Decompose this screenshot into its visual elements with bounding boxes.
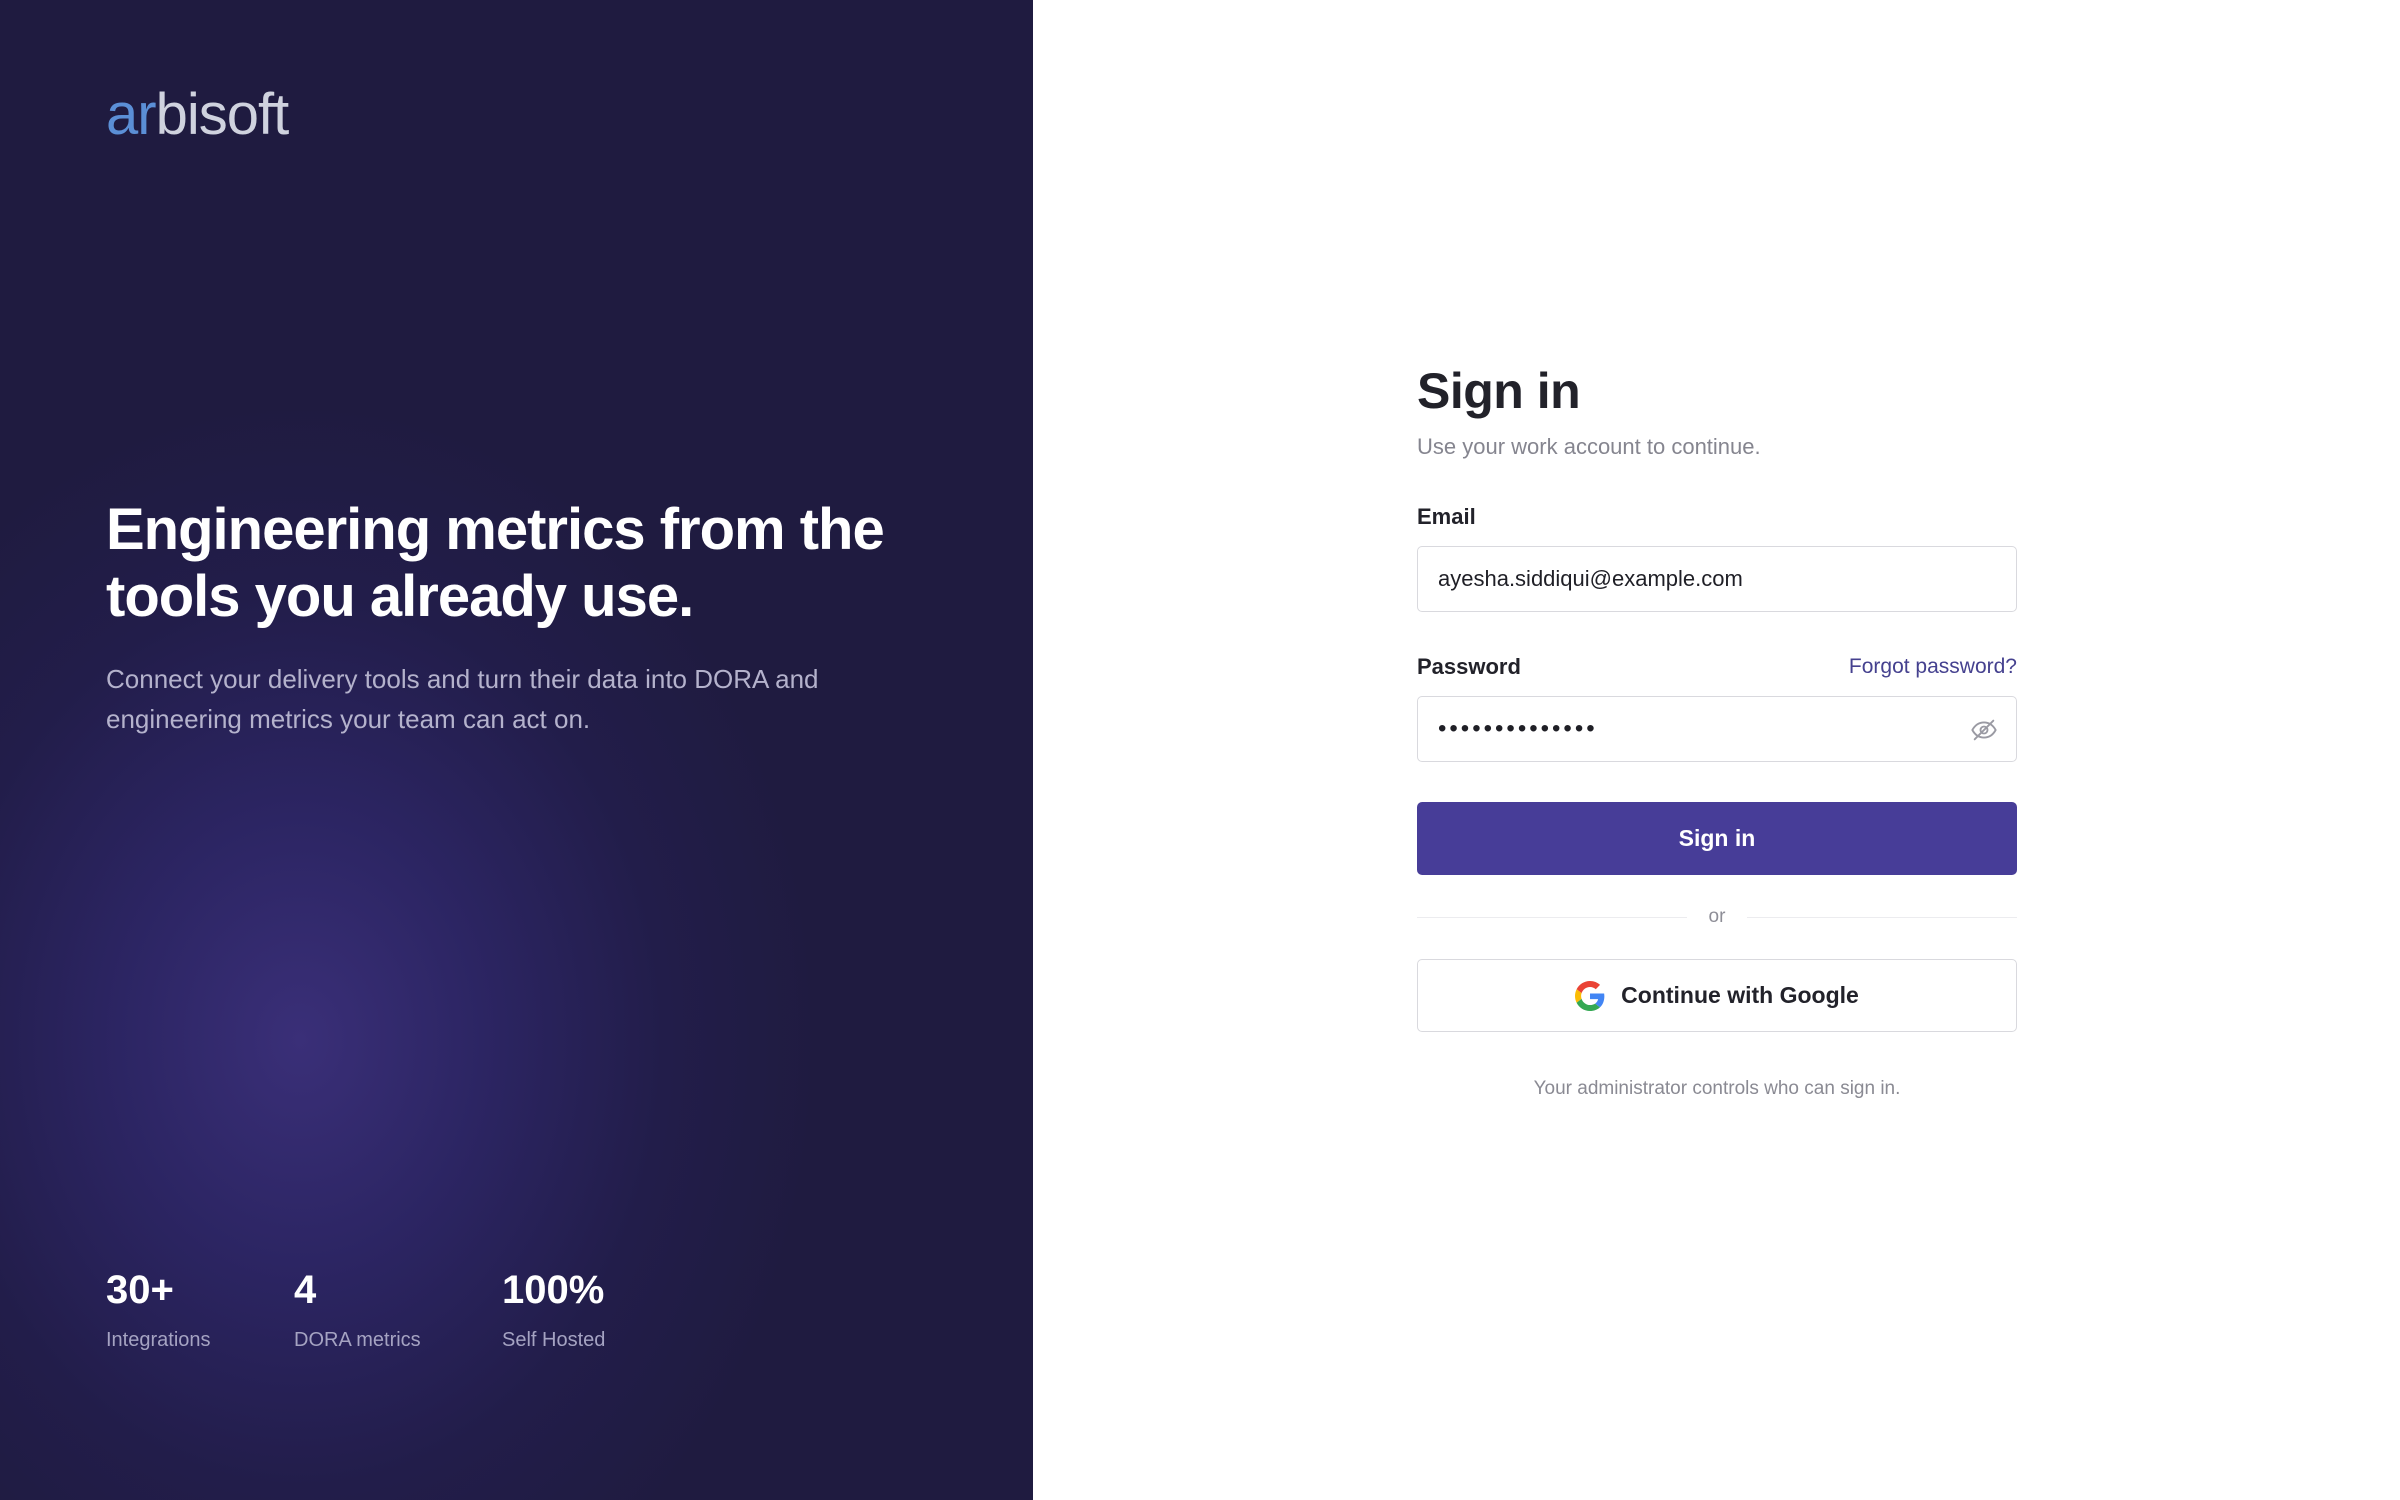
email-field[interactable] (1418, 547, 2016, 611)
stat-value: 4 (294, 1268, 317, 1312)
forgot-password-link[interactable]: Forgot password? (1849, 652, 2017, 682)
eye-slash-icon[interactable] (1970, 716, 1998, 744)
or-divider: or (1417, 905, 2017, 929)
stat-value: 100% (502, 1268, 605, 1312)
stat-value: 30+ (106, 1268, 174, 1312)
divider-line-left (1417, 916, 1687, 918)
email-label-row: Email (1417, 502, 2017, 532)
login-page: arbisoft Engineering metrics from the to… (0, 0, 2400, 1500)
logo-accent-text: ar (106, 82, 157, 147)
stat-self-hosted: 100% Self Hosted (502, 1265, 682, 1353)
hero-subtitle: Connect your delivery tools and turn the… (106, 664, 819, 734)
password-field-wrapper (1417, 696, 2017, 762)
password-label-row: Password Forgot password? (1417, 652, 2017, 682)
arbisoft-logo: arbisoft (106, 80, 290, 150)
google-icon (1575, 980, 1605, 1011)
signin-button[interactable]: Sign in (1417, 802, 2017, 875)
divider-text: or (1708, 906, 1726, 927)
signin-panel: Sign in Use your work account to continu… (1033, 0, 2400, 1500)
password-label: Password (1417, 654, 1521, 679)
divider-line-right (1747, 916, 2017, 918)
signin-form: Sign in Use your work account to continu… (1417, 358, 2017, 1102)
logo-rest-text: bisoft (155, 82, 290, 147)
signin-subtitle: Use your work account to continue. (1417, 434, 1761, 459)
stat-label: Self Hosted (502, 1329, 606, 1351)
google-signin-button[interactable]: Continue with Google (1417, 959, 2017, 1032)
stat-label: Integrations (106, 1329, 211, 1351)
admin-note: Your administrator controls who can sign… (1533, 1078, 1901, 1099)
stats-row: 30+ Integrations 4 DORA metrics 100% Sel… (106, 1265, 682, 1353)
stat-integrations: 30+ Integrations (106, 1265, 294, 1353)
email-label: Email (1417, 504, 1476, 529)
hero-panel: arbisoft Engineering metrics from the to… (0, 0, 1033, 1500)
password-field[interactable] (1418, 697, 2016, 761)
hero-title: Engineering metrics from the tools you a… (106, 497, 885, 629)
google-button-label: Continue with Google (1621, 982, 1859, 1008)
email-field-wrapper (1417, 546, 2017, 612)
stat-label: DORA metrics (294, 1329, 421, 1351)
signin-title: Sign in (1417, 363, 1581, 419)
stat-dora-metrics: 4 DORA metrics (294, 1265, 502, 1353)
